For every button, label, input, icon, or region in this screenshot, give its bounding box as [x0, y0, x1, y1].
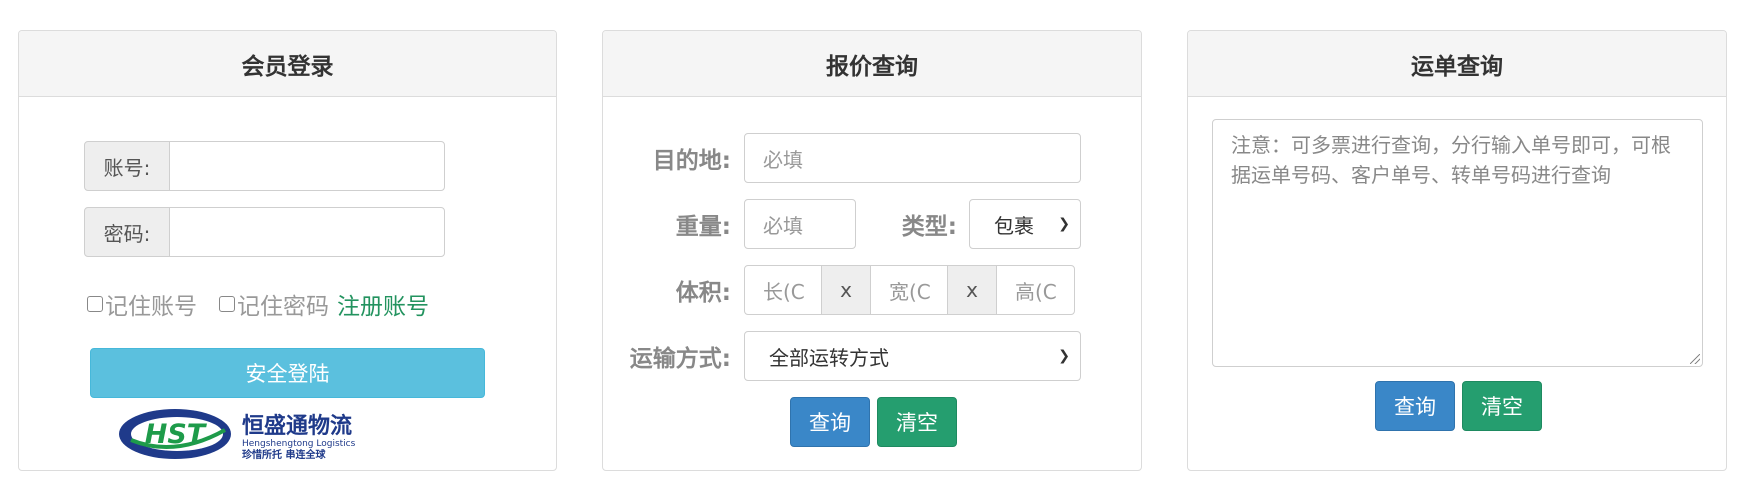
type-select[interactable]: 包裹 ❯ — [969, 199, 1081, 249]
times-sign-1: x — [821, 265, 871, 315]
waybill-clear-button[interactable]: 清空 — [1462, 381, 1542, 431]
quote-query-title: 报价查询 — [603, 31, 1141, 97]
height-input[interactable]: 高(C — [996, 265, 1075, 315]
remember-account-label: 记住账号 — [105, 294, 197, 320]
secure-login-button[interactable]: 安全登陆 — [90, 348, 485, 398]
type-select-value: 包裹 — [994, 213, 1034, 238]
svg-text:HST: HST — [145, 419, 208, 450]
waybill-query-button[interactable]: 查询 — [1375, 381, 1455, 431]
remember-account-checkbox[interactable]: 记住账号 — [87, 287, 197, 321]
password-label: 密码: — [84, 207, 170, 257]
transport-select-value: 全部运转方式 — [769, 345, 889, 370]
quote-clear-button[interactable]: 清空 — [877, 397, 957, 447]
account-label: 账号: — [84, 141, 170, 191]
destination-input[interactable]: 必填 — [744, 133, 1081, 183]
chevron-down-icon: ❯ — [1058, 348, 1070, 364]
remember-password-checkbox[interactable]: 记住密码 — [219, 287, 329, 321]
logo-name-cn: 恒盛通物流 — [242, 413, 352, 439]
textarea-placeholder: 注意：可多票进行查询，分行输入单号即可，可根据运单号码、客户单号、转单号码进行查… — [1231, 133, 1671, 187]
checkbox-icon — [87, 296, 103, 312]
transport-label: 运输方式: — [629, 346, 731, 372]
quote-query-button[interactable]: 查询 — [790, 397, 870, 447]
password-input[interactable] — [169, 207, 445, 257]
account-input[interactable] — [169, 141, 445, 191]
length-input[interactable]: 长(C — [744, 265, 822, 315]
quote-query-panel: 报价查询 目的地: 必填 重量: 必填 类型: 包裹 ❯ 体积: 长(C x 宽… — [602, 30, 1142, 471]
waybill-numbers-textarea[interactable]: 注意：可多票进行查询，分行输入单号即可，可根据运单号码、客户单号、转单号码进行查… — [1212, 119, 1703, 367]
logo-slogan: 珍惜所托 串连全球 — [242, 448, 326, 461]
width-input[interactable]: 宽(C — [870, 265, 948, 315]
member-login-title: 会员登录 — [19, 31, 556, 97]
hst-logo-icon: HST 恒盛通物流 Hengshengtong Logistics 珍惜所托 串… — [119, 409, 356, 461]
checkbox-icon — [219, 296, 235, 312]
destination-label: 目的地: — [652, 148, 731, 174]
register-link[interactable]: 注册账号 — [337, 287, 429, 321]
type-label: 类型: — [901, 214, 957, 240]
remember-password-label: 记住密码 — [237, 294, 329, 320]
weight-input[interactable]: 必填 — [744, 199, 856, 249]
times-sign-2: x — [947, 265, 997, 315]
login-options-row: 记住账号 记住密码 注册账号 — [87, 287, 429, 321]
chevron-down-icon: ❯ — [1058, 216, 1070, 232]
volume-label: 体积: — [675, 280, 731, 306]
company-logo: HST 恒盛通物流 Hengshengtong Logistics 珍惜所托 串… — [117, 406, 387, 464]
waybill-query-panel: 运单查询 注意：可多票进行查询，分行输入单号即可，可根据运单号码、客户单号、转单… — [1187, 30, 1727, 471]
member-login-panel: 会员登录 账号: 密码: 记住账号 记住密码 注册账号 安全登陆 HST 恒盛通… — [18, 30, 557, 471]
logo-name-en: Hengshengtong Logistics — [242, 439, 356, 449]
resize-handle-icon[interactable] — [1690, 354, 1700, 364]
waybill-query-title: 运单查询 — [1188, 31, 1726, 97]
weight-label: 重量: — [675, 214, 731, 240]
transport-select[interactable]: 全部运转方式 ❯ — [744, 331, 1081, 381]
